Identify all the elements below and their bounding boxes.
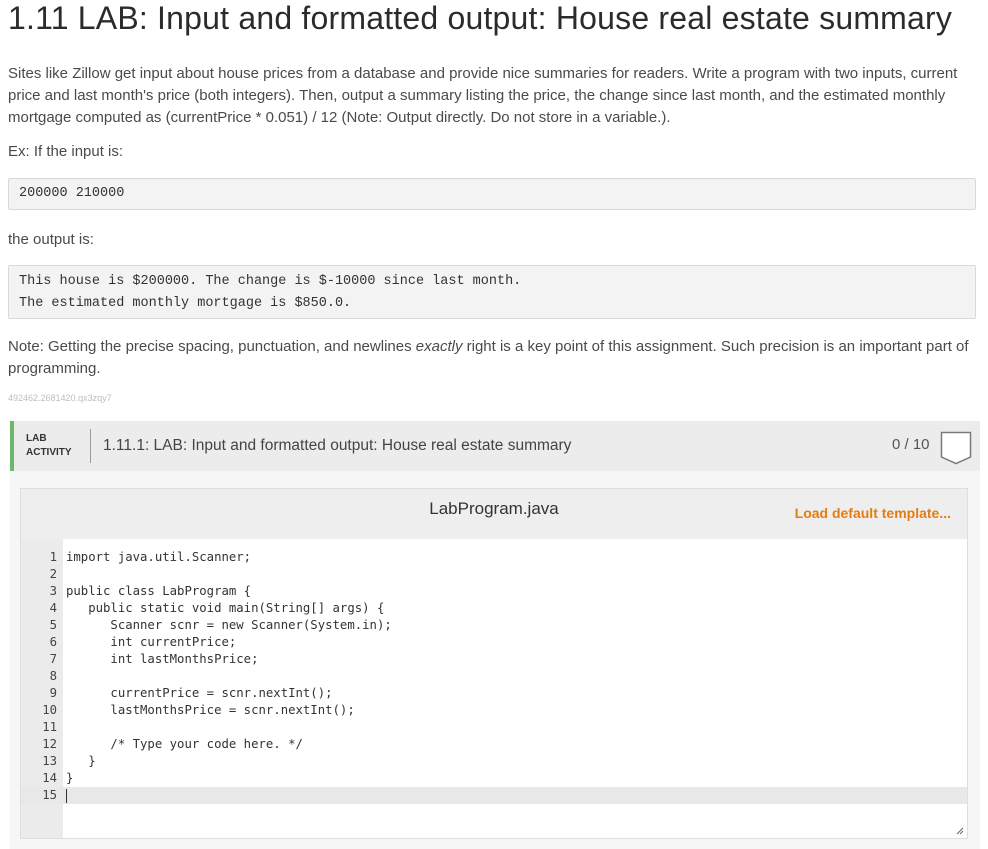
lab-score: 0 / 10 (892, 436, 930, 453)
lab-activity-panel: LAB ACTIVITY 1.11.1: LAB: Input and form… (10, 421, 980, 849)
code-line[interactable]: 7 int lastMonthsPrice; (21, 651, 967, 668)
code-line-text[interactable]: } (66, 770, 73, 787)
line-number: 2 (49, 567, 57, 581)
content-id-tag: 492462.2681420.qx3zqy7 (8, 393, 112, 403)
header-divider (90, 429, 91, 463)
resize-handle-icon[interactable] (956, 827, 964, 835)
lab-badge-line: LAB (26, 433, 47, 444)
code-line-text[interactable]: /* Type your code here. */ (66, 736, 303, 753)
note-emphasis: exactly (415, 338, 463, 355)
completion-badge-icon (940, 431, 972, 465)
line-number: 1 (49, 550, 57, 564)
problem-description: Sites like Zillow get input about house … (8, 65, 958, 126)
code-line[interactable]: 8 (21, 668, 967, 685)
code-area[interactable]: 1 import java.util.Scanner; 2 3 public class… (21, 549, 967, 804)
code-line[interactable]: 9 currentPrice = scnr.nextInt(); (21, 685, 967, 702)
load-default-template-button[interactable]: Load default template... (795, 505, 951, 521)
note-text: Note: Getting the precise spacing, punct… (8, 338, 416, 355)
example-input-box: 200000 210000 (8, 178, 976, 210)
precision-note: Note: Getting the precise spacing, punct… (8, 336, 973, 380)
lab-activity-header: LAB ACTIVITY 1.11.1: LAB: Input and form… (10, 421, 980, 471)
line-number: 10 (42, 703, 57, 717)
lab-activity-badge: LAB ACTIVITY (26, 432, 72, 460)
code-line[interactable]: 5 Scanner scnr = new Scanner(System.in); (21, 617, 967, 634)
example-intro: Ex: If the input is: (8, 143, 124, 160)
output-intro: the output is: (8, 231, 94, 248)
text-cursor (66, 789, 67, 803)
code-line-text[interactable]: import java.util.Scanner; (66, 549, 251, 566)
editor-header: LabProgram.java Load default template... (21, 489, 967, 539)
example-input-text: 200000 210000 (19, 186, 125, 201)
code-line[interactable]: 1 import java.util.Scanner; (21, 549, 967, 566)
code-line[interactable]: 15 (21, 787, 967, 804)
code-line-text[interactable]: int currentPrice; (66, 634, 236, 651)
line-number: 15 (42, 788, 57, 802)
code-line-text[interactable]: } (66, 753, 95, 770)
code-line[interactable]: 3 public class LabProgram { (21, 583, 967, 600)
code-line[interactable]: 11 (21, 719, 967, 736)
lab-activity-title: 1.11.1: LAB: Input and formatted output:… (103, 437, 572, 454)
code-line-text[interactable]: currentPrice = scnr.nextInt(); (66, 685, 332, 702)
code-line[interactable]: 12 /* Type your code here. */ (21, 736, 967, 753)
line-number: 6 (49, 635, 57, 649)
example-output-line: The estimated monthly mortgage is $850.0… (19, 296, 352, 311)
line-number: 12 (42, 737, 57, 751)
code-line-text[interactable]: Scanner scnr = new Scanner(System.in); (66, 617, 391, 634)
page-title: 1.11 LAB: Input and formatted output: Ho… (8, 0, 953, 36)
lab-badge-line: ACTIVITY (26, 447, 72, 458)
line-number: 13 (42, 754, 57, 768)
code-line[interactable]: 13 } (21, 753, 967, 770)
line-number: 8 (49, 669, 57, 683)
line-number: 4 (49, 601, 57, 615)
code-line[interactable]: 10 lastMonthsPrice = scnr.nextInt(); (21, 702, 967, 719)
code-line-text[interactable]: int lastMonthsPrice; (66, 651, 258, 668)
line-number: 3 (49, 584, 57, 598)
code-line-text[interactable]: public class LabProgram { (66, 583, 251, 600)
code-line[interactable]: 2 (21, 566, 967, 583)
line-number: 5 (49, 618, 57, 632)
line-number: 7 (49, 652, 57, 666)
example-output-box: This house is $200000. The change is $-1… (8, 265, 976, 319)
code-line-text[interactable]: lastMonthsPrice = scnr.nextInt(); (66, 702, 354, 719)
code-line-text[interactable]: public static void main(String[] args) { (66, 600, 384, 617)
line-number: 9 (49, 686, 57, 700)
code-line[interactable]: 14} (21, 770, 967, 787)
example-output-line: This house is $200000. The change is $-1… (19, 274, 522, 289)
line-number: 11 (42, 720, 57, 734)
code-line[interactable]: 6 int currentPrice; (21, 634, 967, 651)
line-number: 14 (42, 771, 57, 785)
code-line[interactable]: 4 public static void main(String[] args)… (21, 600, 967, 617)
code-editor[interactable]: LabProgram.java Load default template...… (20, 488, 968, 839)
